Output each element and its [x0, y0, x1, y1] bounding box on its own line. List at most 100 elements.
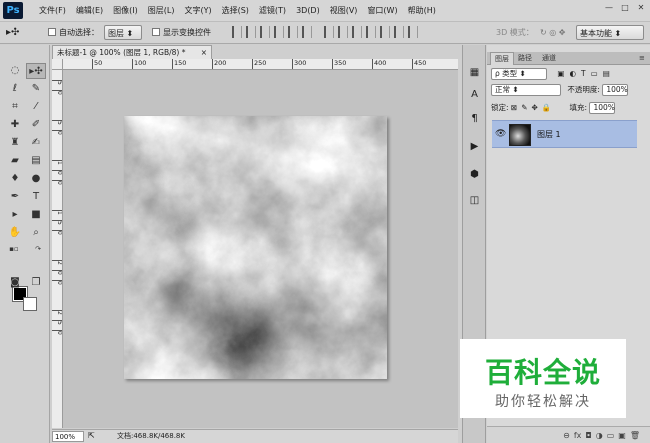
layer-row[interactable]: 👁 图层 1: [492, 120, 637, 148]
3d-panel-icon[interactable]: ⬢: [467, 167, 482, 182]
align-hcenter-icon[interactable]: [288, 26, 298, 38]
distribute-top-icon[interactable]: [324, 26, 334, 38]
gradient-tool-icon[interactable]: ▤: [26, 153, 46, 169]
eyedropper-tool-icon[interactable]: ⁄: [26, 99, 46, 115]
background-color-swatch[interactable]: [23, 297, 37, 311]
horizontal-ruler[interactable]: 50 100 150 200 250 300 350 400 450: [63, 59, 458, 70]
history-panel-icon[interactable]: ▦: [467, 65, 482, 80]
document-tab[interactable]: 未标题-1 @ 100% (图层 1, RGB/8) * ×: [52, 45, 212, 59]
menu-view[interactable]: 视图(V): [325, 0, 363, 22]
distribute-hcenter-icon[interactable]: [380, 26, 390, 38]
canvas-area[interactable]: [63, 70, 458, 428]
move-tool-icon[interactable]: ▸✣: [26, 63, 46, 79]
opacity-field[interactable]: 100%: [602, 84, 629, 96]
quick-select-tool-icon[interactable]: ✎: [26, 81, 46, 97]
menu-layer[interactable]: 图层(L): [143, 0, 180, 22]
ruler-tick: 450: [412, 59, 426, 69]
healing-brush-icon[interactable]: ✚: [5, 117, 25, 133]
distribute-left-icon[interactable]: [366, 26, 376, 38]
lock-icons[interactable]: ⊠✎✥🔒: [511, 103, 555, 112]
document-canvas[interactable]: [124, 116, 387, 379]
tab-channels[interactable]: 通道: [538, 52, 560, 65]
maximize-button[interactable]: □: [618, 2, 632, 14]
marquee-tool-icon[interactable]: ◌: [5, 63, 25, 79]
zoom-field[interactable]: 100%: [52, 431, 84, 442]
pen-tool-icon[interactable]: ✒: [5, 189, 25, 205]
adjustment-layer-icon[interactable]: ◑: [596, 431, 603, 440]
auto-select-checkbox[interactable]: 自动选择：: [48, 25, 99, 40]
crop-tool-icon[interactable]: ⌗: [5, 99, 25, 115]
align-left-icon[interactable]: [274, 26, 284, 38]
menu-file[interactable]: 文件(F): [34, 0, 71, 22]
layer-name[interactable]: 图层 1: [537, 129, 561, 140]
quick-mask-icon[interactable]: ◙: [5, 275, 25, 291]
move-tool-icon[interactable]: ▸✣: [6, 25, 19, 40]
auto-align-icon[interactable]: [408, 26, 418, 38]
paragraph-panel-icon[interactable]: ¶: [467, 111, 482, 126]
auto-select-dropdown[interactable]: 图层 ⬍: [104, 25, 142, 40]
layer-style-icon[interactable]: fx: [574, 431, 582, 440]
visibility-eye-icon[interactable]: 👁: [495, 129, 506, 139]
blend-mode-dropdown[interactable]: 正常 ⬍: [491, 84, 561, 96]
align-top-icon[interactable]: [232, 26, 242, 38]
menu-edit[interactable]: 编辑(E): [71, 0, 108, 22]
ruler-tick: 100: [132, 59, 146, 69]
menu-filter[interactable]: 滤镜(T): [254, 0, 291, 22]
rotate-3d-icon[interactable]: ↻ ◎ ✥: [540, 25, 565, 40]
align-bottom-icon[interactable]: [260, 26, 270, 38]
eraser-tool-icon[interactable]: ▰: [5, 153, 25, 169]
ruler-tick: 5: [52, 80, 62, 85]
path-select-icon[interactable]: ▸: [5, 207, 25, 223]
document-tab-title: 未标题-1 @ 100% (图层 1, RGB/8) *: [57, 48, 186, 57]
distribute-vcenter-icon[interactable]: [338, 26, 348, 38]
layer-comps-icon[interactable]: ◫: [467, 193, 482, 208]
new-layer-icon[interactable]: ▣: [618, 431, 626, 440]
shape-tool-icon[interactable]: ■: [26, 207, 46, 223]
menu-window[interactable]: 窗口(W): [362, 0, 402, 22]
fill-label: 填充:: [569, 103, 588, 112]
add-mask-icon[interactable]: ◘: [585, 431, 591, 440]
screen-mode-icon[interactable]: ❐: [26, 275, 46, 291]
clone-stamp-icon[interactable]: ♜: [5, 135, 25, 151]
export-icon[interactable]: ⇱: [88, 431, 95, 440]
menu-3d[interactable]: 3D(D): [291, 0, 325, 22]
workspace-dropdown[interactable]: 基本功能 ⬍: [576, 25, 644, 40]
distribute-right-icon[interactable]: [394, 26, 404, 38]
menu-list: 文件(F) 编辑(E) 图像(I) 图层(L) 文字(Y) 选择(S) 滤镜(T…: [34, 0, 441, 22]
menu-type[interactable]: 文字(Y): [179, 0, 216, 22]
delete-layer-icon[interactable]: 🗑: [630, 431, 640, 440]
link-layers-icon[interactable]: ⊖: [563, 431, 570, 440]
menu-select[interactable]: 选择(S): [217, 0, 254, 22]
fill-field[interactable]: 100%: [589, 102, 616, 114]
distribute-bottom-icon[interactable]: [352, 26, 362, 38]
lasso-tool-icon[interactable]: ℓ: [5, 81, 25, 97]
brush-tool-icon[interactable]: ✐: [26, 117, 46, 133]
dodge-tool-icon[interactable]: ●: [26, 171, 46, 187]
character-panel-icon[interactable]: A: [467, 87, 482, 102]
history-brush-icon[interactable]: ✍: [26, 135, 46, 151]
panel-menu-icon[interactable]: ≡: [635, 52, 649, 65]
tab-layers[interactable]: 图层: [490, 52, 514, 65]
swap-colors-icon[interactable]: ↷: [28, 241, 48, 257]
new-group-icon[interactable]: ▭: [607, 431, 615, 440]
hand-tool-icon[interactable]: ✋: [5, 225, 25, 241]
filter-icons[interactable]: ▣◐T▭▤: [557, 69, 614, 78]
close-button[interactable]: ✕: [634, 2, 648, 14]
zoom-tool-icon[interactable]: ⌕: [26, 225, 46, 241]
type-tool-icon[interactable]: T: [26, 189, 46, 205]
default-colors-icon[interactable]: ▪▫: [4, 241, 24, 257]
align-right-icon[interactable]: [302, 26, 312, 38]
align-vcenter-icon[interactable]: [246, 26, 256, 38]
menu-help[interactable]: 帮助(H): [403, 0, 441, 22]
tab-paths[interactable]: 路径: [514, 52, 536, 65]
actions-panel-icon[interactable]: ▶: [467, 139, 482, 154]
ruler-tick: 0: [52, 180, 62, 185]
menu-image[interactable]: 图像(I): [108, 0, 143, 22]
filter-type-dropdown[interactable]: ρ 类型 ⬍: [491, 68, 547, 80]
minimize-button[interactable]: —: [602, 2, 616, 14]
show-transform-checkbox[interactable]: 显示变换控件: [152, 25, 211, 40]
ruler-tick: 50: [92, 59, 102, 69]
vertical-ruler[interactable]: 5 0 5 0 1 0 0 1 5 0 2 0 0 2 5 0: [52, 70, 63, 428]
close-tab-icon[interactable]: ×: [201, 46, 207, 60]
blur-tool-icon[interactable]: ♦: [5, 171, 25, 187]
